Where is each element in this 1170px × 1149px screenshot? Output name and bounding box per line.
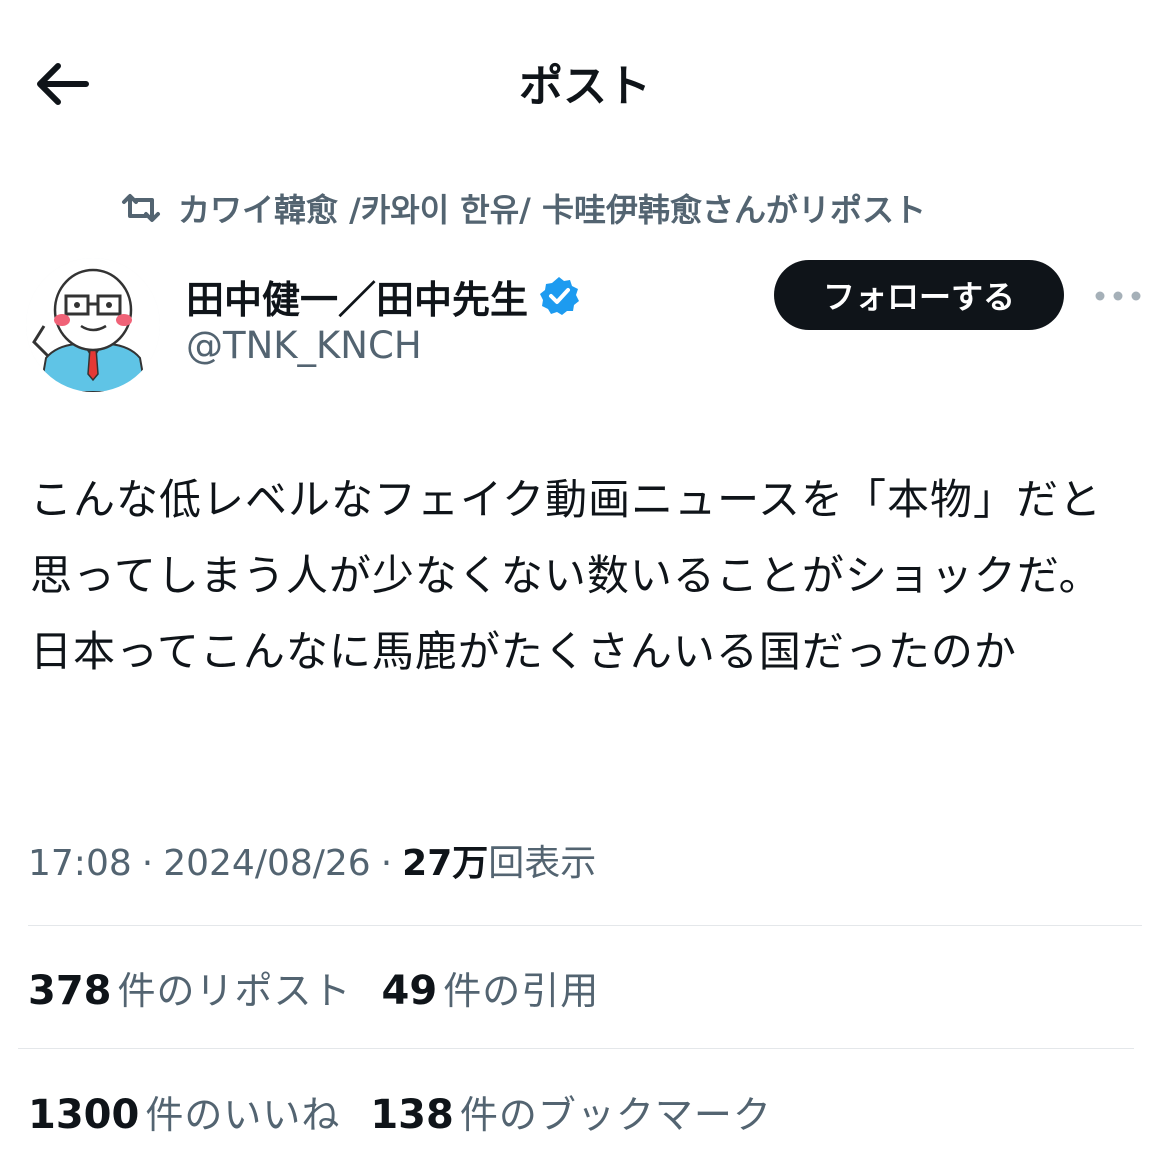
- page-title: ポスト: [519, 61, 651, 112]
- follow-button[interactable]: フォローする: [774, 260, 1064, 330]
- meta-separator: ·: [141, 843, 154, 884]
- verified-badge-icon: [540, 277, 580, 315]
- repost-text: カワイ韓愈 /카와이 한유/ 卡哇伊韩愈さんがリポスト: [178, 191, 926, 229]
- quotes-count: 49: [381, 968, 438, 1014]
- quotes-stat[interactable]: 49 件の引用: [382, 960, 600, 1015]
- like-bookmark-stats: 1300 件のいいね 138 件のブックマーク: [28, 1084, 802, 1139]
- author-name-row[interactable]: 田中健一／田中先生: [186, 268, 580, 324]
- reposts-stat[interactable]: 378 件のリポスト: [28, 960, 352, 1015]
- bookmarks-count: 138: [370, 1092, 454, 1138]
- author-name[interactable]: 田中健一／田中先生: [186, 269, 528, 324]
- avatar-illustration: [26, 258, 160, 392]
- top-bar: ポスト: [0, 0, 1170, 160]
- tweet-time[interactable]: 17:08: [28, 843, 132, 884]
- more-dots-icon: [1095, 291, 1141, 301]
- likes-count: 1300: [28, 1092, 140, 1138]
- tweet-date[interactable]: 2024/08/26: [163, 843, 371, 884]
- repost-indicator[interactable]: カワイ韓愈 /카와이 한유/ 卡哇伊韩愈さんがリポスト: [118, 186, 926, 230]
- avatar[interactable]: [26, 258, 160, 392]
- tweet-meta: 17:08 · 2024/08/26 · 27万 回表示: [28, 834, 596, 886]
- likes-label: 件のいいね: [145, 1093, 341, 1137]
- repost-icon: [122, 194, 160, 222]
- views-count: 27万: [402, 843, 489, 884]
- more-button[interactable]: [1090, 276, 1146, 316]
- quotes-label: 件の引用: [443, 969, 600, 1013]
- reposts-label: 件のリポスト: [117, 969, 352, 1013]
- divider: [28, 925, 1142, 926]
- bookmarks-stat[interactable]: 138 件のブックマーク: [370, 1084, 772, 1139]
- author-handle[interactable]: @TNK_KNCH: [186, 324, 422, 367]
- likes-stat[interactable]: 1300 件のいいね: [28, 1084, 340, 1139]
- meta-separator: ·: [380, 843, 393, 884]
- bookmarks-label: 件のブックマーク: [459, 1093, 772, 1137]
- repost-quote-stats: 378 件のリポスト 49 件の引用: [28, 960, 629, 1015]
- reposts-count: 378: [28, 968, 112, 1014]
- divider: [18, 1048, 1134, 1049]
- tweet-text: こんな低レベルなフェイク動画ニュースを「本物」だと思ってしまう人が少なくない数い…: [30, 475, 1103, 676]
- views-label: 回表示: [488, 843, 597, 884]
